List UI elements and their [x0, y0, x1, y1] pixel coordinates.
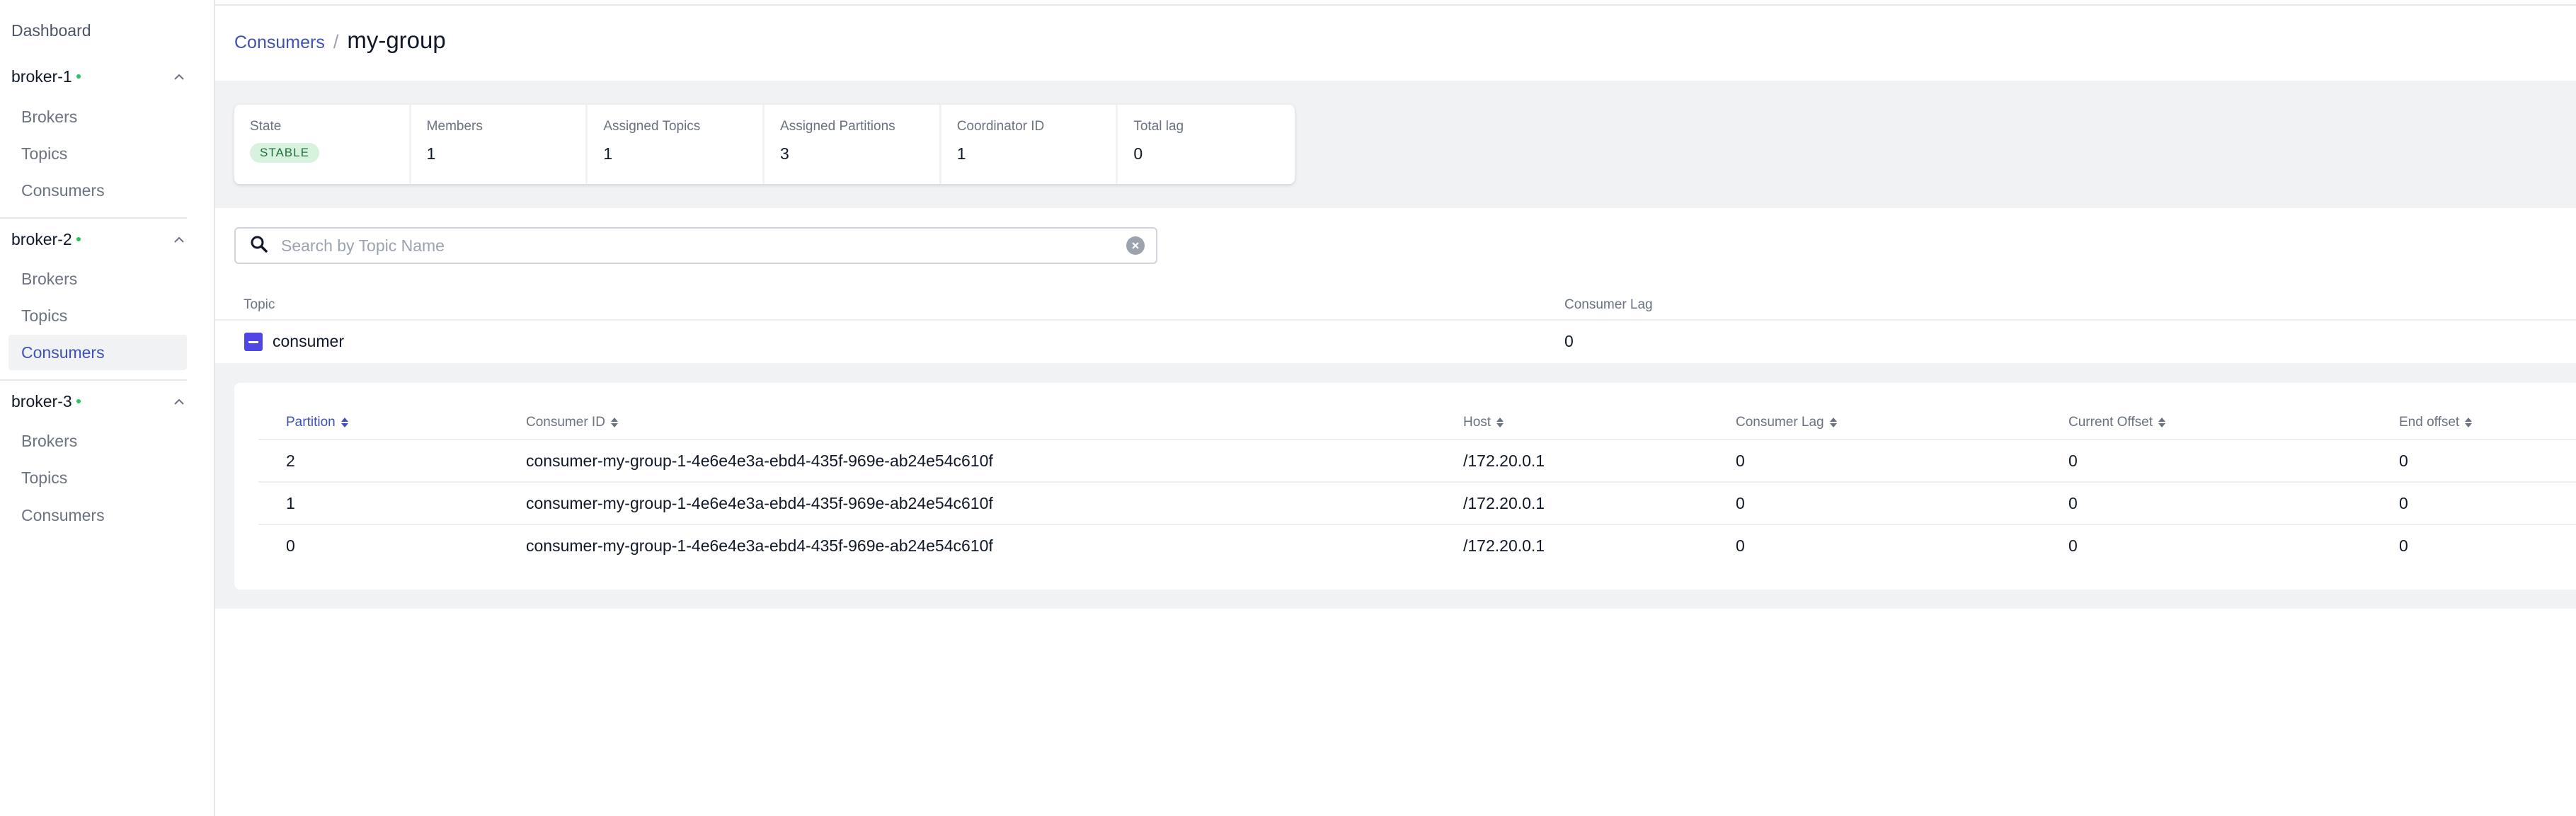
sidebar-group-label: broker-1	[11, 67, 81, 86]
sort-icon	[340, 418, 348, 427]
sidebar-group-broker-1[interactable]: broker-1	[11, 62, 187, 91]
metric-assigned-topics: Assigned Topics 1	[588, 105, 765, 184]
column-header-current-offset[interactable]: Current Offset	[2068, 415, 2165, 430]
cell-consumer-lag: 0	[1736, 536, 1745, 555]
cell-end-offset: 0	[2399, 452, 2408, 470]
sidebar-group-broker-3[interactable]: broker-3	[11, 387, 187, 415]
sidebar-item-brokers[interactable]: Brokers	[8, 423, 187, 459]
cell-partition: 1	[286, 494, 295, 512]
metric-value: 1	[426, 144, 436, 163]
metric-value: 1	[956, 144, 966, 163]
metric-label: State	[250, 119, 282, 134]
sidebar-item-brokers[interactable]: Brokers	[8, 99, 187, 134]
status-dot-icon	[76, 74, 81, 79]
collapse-checkbox-icon[interactable]	[244, 333, 263, 351]
sidebar-divider	[0, 217, 187, 219]
topic-consumer-lag: 0	[1564, 332, 1574, 350]
search-icon	[250, 235, 268, 257]
sidebar-item-topics[interactable]: Topics	[8, 136, 187, 171]
metric-assigned-partitions: Assigned Partitions 3	[765, 105, 941, 184]
metric-value: 1	[603, 144, 613, 163]
sort-icon	[1496, 418, 1504, 427]
metric-members: Members 1	[411, 105, 588, 184]
breadcrumb: Consumers / my-group	[234, 27, 446, 54]
cell-current-offset: 0	[2068, 536, 2078, 555]
clear-icon[interactable]	[1126, 236, 1145, 255]
sidebar-item-dashboard[interactable]: Dashboard	[11, 21, 91, 40]
column-header-end-offset[interactable]: End offset	[2399, 415, 2473, 430]
chevron-up-icon[interactable]	[171, 69, 187, 84]
column-header-partition[interactable]: Partition	[286, 415, 348, 430]
search-placeholder: Search by Topic Name	[281, 236, 445, 255]
column-header-host[interactable]: Host	[1463, 415, 1504, 430]
search-input[interactable]: Search by Topic Name	[234, 227, 1157, 264]
sidebar-group-label: broker-2	[11, 230, 81, 249]
sidebar-divider	[0, 379, 187, 381]
sidebar-group-label: broker-3	[11, 392, 81, 411]
column-header-topic: Topic	[244, 297, 275, 312]
metric-value: 0	[1133, 144, 1143, 163]
cell-consumer-id: consumer-my-group-1-4e6e4e3a-ebd4-435f-9…	[526, 536, 993, 555]
topic-name[interactable]: consumer	[273, 332, 344, 351]
header-divider	[215, 4, 2576, 6]
sort-icon	[2158, 418, 2165, 427]
cell-consumer-id: consumer-my-group-1-4e6e4e3a-ebd4-435f-9…	[526, 494, 993, 512]
status-dot-icon	[76, 237, 81, 241]
cell-end-offset: 0	[2399, 494, 2408, 512]
sidebar-item-consumers[interactable]: Consumers	[8, 173, 187, 208]
status-badge: STABLE	[250, 143, 319, 163]
breadcrumb-consumers-link[interactable]: Consumers	[234, 33, 325, 53]
cell-consumer-lag: 0	[1736, 452, 1745, 470]
metric-label: Total lag	[1133, 119, 1184, 134]
sort-icon	[2465, 418, 2473, 427]
status-dot-icon	[76, 399, 81, 403]
chevron-up-icon[interactable]	[171, 393, 187, 409]
metrics-card: State STABLE Members 1 Assigned Topics 1…	[234, 105, 1295, 184]
table-row: 0 consumer-my-group-1-4e6e4e3a-ebd4-435f…	[258, 524, 2576, 566]
column-header-consumer-lag[interactable]: Consumer Lag	[1736, 415, 1837, 430]
cell-host: /172.20.0.1	[1463, 494, 1545, 512]
sort-icon	[610, 418, 618, 427]
cell-current-offset: 0	[2068, 452, 2078, 470]
cell-consumer-id: consumer-my-group-1-4e6e4e3a-ebd4-435f-9…	[526, 452, 993, 470]
sort-icon	[1829, 418, 1837, 427]
column-header-consumer-lag: Consumer Lag	[1564, 297, 1653, 312]
metric-state: State STABLE	[234, 105, 411, 184]
sidebar-item-topics[interactable]: Topics	[8, 298, 187, 333]
sidebar-item-consumers[interactable]: Consumers	[8, 498, 187, 533]
sidebar-item-brokers[interactable]: Brokers	[8, 261, 187, 297]
cell-host: /172.20.0.1	[1463, 536, 1545, 555]
table-row: 1 consumer-my-group-1-4e6e4e3a-ebd4-435f…	[258, 481, 2576, 524]
cell-host: /172.20.0.1	[1463, 452, 1545, 470]
table-row: 2 consumer-my-group-1-4e6e4e3a-ebd4-435f…	[258, 439, 2576, 481]
metric-coordinator-id: Coordinator ID 1	[941, 105, 1118, 184]
page-title: my-group	[347, 27, 446, 53]
sidebar: Dashboard broker-1 Brokers Topics Consum…	[0, 0, 215, 816]
cell-partition: 2	[286, 452, 295, 470]
cell-consumer-lag: 0	[1736, 494, 1745, 512]
metric-value: 3	[780, 144, 789, 163]
metric-label: Assigned Topics	[603, 119, 701, 134]
cell-end-offset: 0	[2399, 536, 2408, 555]
cell-current-offset: 0	[2068, 494, 2078, 512]
cell-partition: 0	[286, 536, 295, 555]
metric-total-lag: Total lag 0	[1118, 105, 1295, 184]
sidebar-item-consumers[interactable]: Consumers	[8, 335, 187, 370]
metric-label: Members	[426, 119, 483, 134]
sidebar-item-topics[interactable]: Topics	[8, 460, 187, 495]
table-row[interactable]	[215, 319, 2576, 363]
sidebar-group-broker-2[interactable]: broker-2	[11, 225, 187, 253]
breadcrumb-separator: /	[333, 31, 339, 52]
chevron-up-icon[interactable]	[171, 231, 187, 247]
metric-label: Assigned Partitions	[780, 119, 895, 134]
column-header-consumer-id[interactable]: Consumer ID	[526, 415, 618, 430]
metric-label: Coordinator ID	[956, 119, 1045, 134]
